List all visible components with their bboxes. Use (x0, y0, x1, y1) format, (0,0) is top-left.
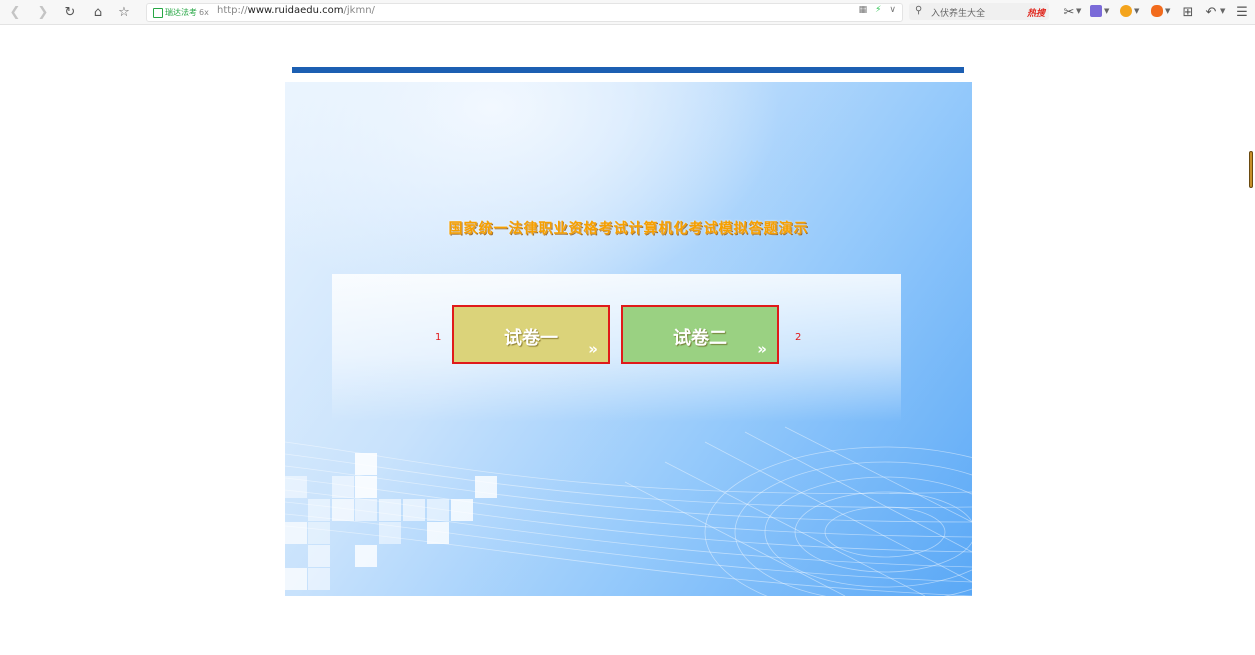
url-host: www.ruidaedu.com (247, 5, 344, 16)
undo-icon[interactable]: ↶ (1201, 2, 1221, 22)
chevron-down-icon[interactable]: ▼ (1220, 7, 1225, 15)
search-input[interactable]: ⚲ 入伏养生大全 热搜 (909, 3, 1049, 20)
shield-icon[interactable] (1120, 5, 1132, 17)
bolt-icon[interactable]: ⚡ (875, 5, 881, 15)
search-placeholder: 入伏养生大全 (931, 9, 986, 19)
scrollbar-thumb[interactable] (1249, 151, 1253, 188)
grid-icon[interactable]: ▦ (859, 5, 868, 15)
site-badge-label: 瑞达法考 (165, 8, 197, 17)
paper-one-button[interactable]: 试卷一 » (452, 305, 610, 364)
chevron-down-icon[interactable]: ▼ (1076, 7, 1081, 15)
search-icon: ⚲ (915, 5, 923, 16)
gamepad-icon[interactable] (1151, 5, 1163, 17)
menu-icon[interactable]: ☰ (1232, 2, 1252, 22)
site-badge-extra: 6x (199, 8, 209, 17)
url-path: /jkmn/ (343, 5, 375, 16)
home-icon[interactable]: ⌂ (88, 2, 108, 22)
exam-demo-banner: 国家统一法律职业资格考试计算机化考试模拟答题演示 1 试卷一 » 试卷二 » 2 (285, 82, 972, 596)
hot-search-label[interactable]: 热搜 (1027, 6, 1045, 19)
url-prefix: http:// (217, 5, 248, 16)
url-text[interactable]: http://www.ruidaedu.com/jkmn/ (217, 5, 375, 16)
apps-icon[interactable]: ⊞ (1178, 2, 1198, 22)
header-bar (292, 67, 964, 73)
chevron-down-icon[interactable]: ▼ (1165, 7, 1170, 15)
paper-two-label: 试卷二 (673, 328, 727, 349)
double-chevron-right-icon: » (588, 340, 598, 358)
chevron-down-icon[interactable]: ∨ (889, 5, 896, 15)
address-bar[interactable]: 瑞达法考 6x http://www.ruidaedu.com/jkmn/ ▦ … (146, 3, 903, 22)
reload-icon[interactable]: ↻ (60, 2, 80, 22)
double-chevron-right-icon: » (757, 340, 767, 358)
page-title: 国家统一法律职业资格考试计算机化考试模拟答题演示 (448, 221, 809, 237)
site-badge-icon (153, 7, 163, 18)
browser-toolbar: ❮ ❯ ↻ ⌂ ☆ 瑞达法考 6x http://www.ruidaedu.co… (0, 0, 1255, 25)
star-icon[interactable]: ☆ (114, 2, 134, 22)
forward-icon[interactable]: ❯ (33, 2, 53, 22)
chevron-down-icon[interactable]: ▼ (1134, 7, 1139, 15)
translate-icon[interactable] (1090, 5, 1102, 17)
paper-one-label: 试卷一 (504, 328, 558, 349)
site-badge: 瑞达法考 6x (153, 7, 209, 18)
paper-two-button[interactable]: 试卷二 » (621, 305, 779, 364)
back-icon[interactable]: ❮ (5, 2, 25, 22)
button-panel (332, 274, 901, 422)
button-number-2: 2 (795, 332, 802, 343)
chevron-down-icon[interactable]: ▼ (1104, 7, 1109, 15)
button-number-1: 1 (435, 332, 442, 343)
